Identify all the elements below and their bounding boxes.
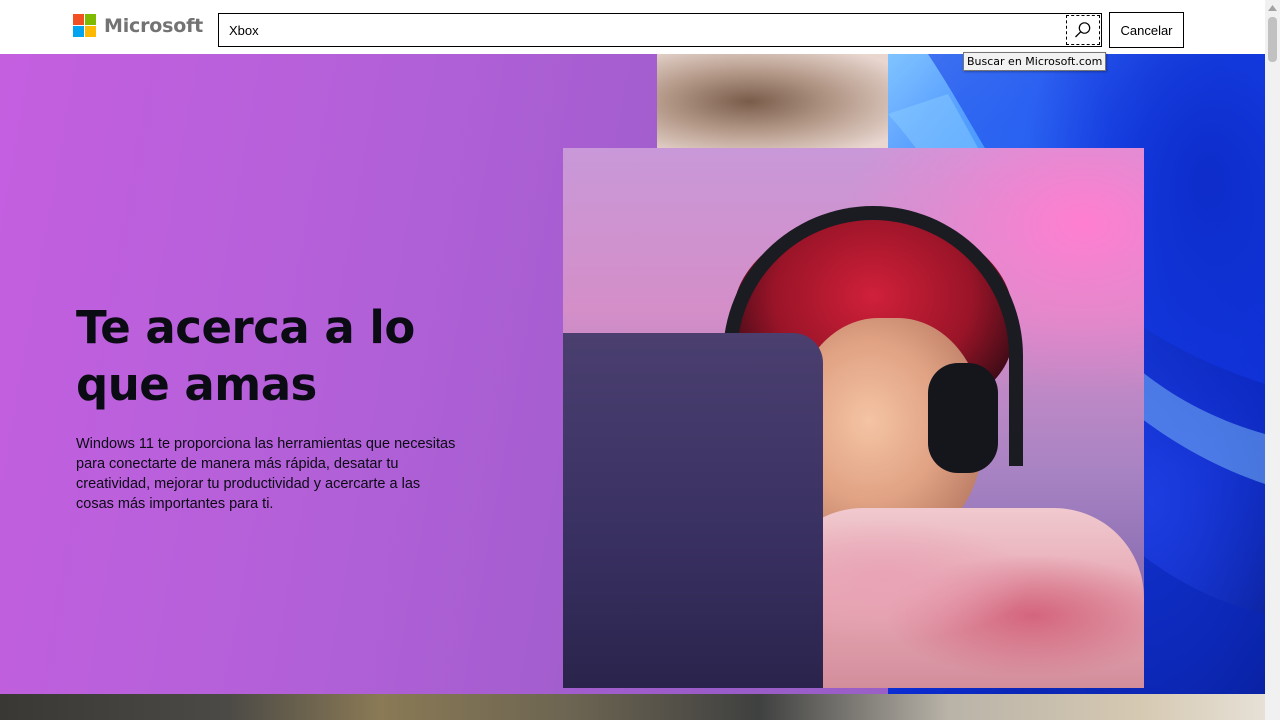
scroll-thumb[interactable] — [1268, 17, 1277, 62]
hero-banner: Te acerca a lo que amas Windows 11 te pr… — [0, 54, 1265, 694]
person-wearing-headset-gaming-image — [563, 148, 1144, 688]
hero-description: Windows 11 te proporciona las herramient… — [76, 436, 456, 512]
microsoft-logo[interactable]: Microsoft — [73, 14, 203, 37]
logo-text: Microsoft — [104, 14, 204, 37]
search-input[interactable] — [229, 14, 1049, 46]
cancel-button[interactable]: Cancelar — [1109, 12, 1184, 48]
hero-title: Te acerca a lo que amas — [76, 301, 415, 411]
search-tooltip: Buscar en Microsoft.com — [963, 52, 1107, 71]
search-icon — [1075, 22, 1091, 38]
search-box — [218, 13, 1102, 47]
vertical-scrollbar[interactable] — [1265, 0, 1280, 720]
scroll-up-arrow-icon[interactable] — [1265, 0, 1280, 15]
next-section-preview — [0, 694, 1265, 720]
site-header: Microsoft Cancelar — [0, 0, 1265, 54]
search-button[interactable] — [1066, 15, 1100, 45]
microsoft-logo-icon — [73, 14, 96, 37]
hero-background-texture — [657, 54, 888, 149]
